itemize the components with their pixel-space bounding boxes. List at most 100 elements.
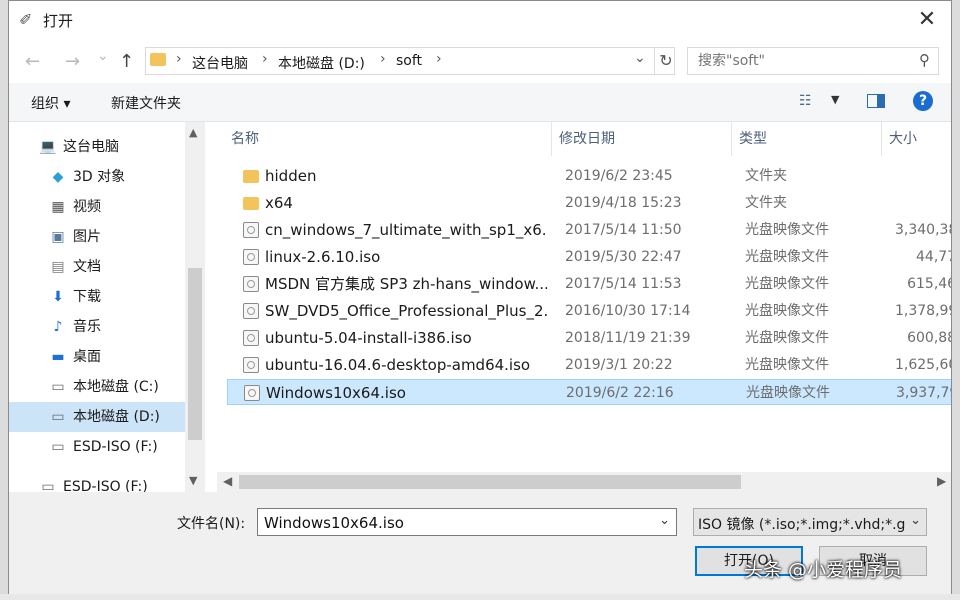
- organize-menu[interactable]: 组织 ▾: [31, 93, 70, 113]
- command-toolbar: 组织 ▾ 新建文件夹 ☷ ▼ ?: [9, 83, 951, 122]
- breadcrumb-drive-d[interactable]: 本地磁盘 (D:): [278, 53, 365, 73]
- sidebar-item-label: 这台电脑: [63, 139, 119, 155]
- sidebar-item-documents[interactable]: ▤ 文档: [49, 252, 101, 282]
- address-bar[interactable]: › 这台电脑 › 本地磁盘 (D:) › soft › ⌄ ↻: [145, 47, 675, 75]
- breadcrumb-soft[interactable]: soft: [396, 53, 422, 69]
- file-row[interactable]: ubuntu-5.04-install-i386.iso 2018/11/19 …: [227, 325, 951, 351]
- file-row-selected[interactable]: Windows10x64.iso 2019/6/2 22:16 光盘映像文件 3…: [227, 379, 951, 405]
- scroll-left-icon[interactable]: ◀: [223, 474, 232, 488]
- sidebar-item-drive-d[interactable]: ▭ 本地磁盘 (D:): [9, 402, 185, 432]
- refresh-icon[interactable]: ↻: [654, 47, 677, 75]
- disc-image-icon: [243, 303, 259, 319]
- file-row[interactable]: ubuntu-16.04.6-desktop-amd64.iso 2019/3/…: [227, 352, 951, 378]
- music-icon: ♪: [53, 319, 63, 335]
- sidebar-scroll-thumb[interactable]: [188, 268, 202, 440]
- forward-button[interactable]: →: [65, 51, 80, 72]
- sidebar-item-drive-f[interactable]: ▭ ESD-ISO (F:): [49, 432, 157, 462]
- column-divider[interactable]: [551, 122, 552, 156]
- chevron-down-icon[interactable]: ⌄: [910, 513, 921, 528]
- recent-locations-button[interactable]: ⌄: [97, 48, 109, 64]
- file-row[interactable]: SW_DVD5_Office_Professional_Plus_2... 20…: [227, 298, 951, 324]
- sidebar-item-pictures[interactable]: ▣ 图片: [49, 222, 101, 252]
- sidebar-item-desktop[interactable]: ▬ 桌面: [49, 342, 101, 372]
- computer-icon: 💻: [39, 139, 57, 155]
- search-icon[interactable]: ⚲: [919, 51, 930, 69]
- new-folder-button[interactable]: 新建文件夹: [111, 93, 181, 113]
- scroll-down-icon[interactable]: ▼: [189, 474, 197, 487]
- search-input[interactable]: [696, 52, 900, 70]
- desktop-icon: ▬: [51, 349, 65, 365]
- horizontal-scrollbar[interactable]: ◀ ▶: [217, 472, 951, 492]
- drive-icon: ▭: [51, 439, 65, 455]
- document-icon: ▤: [51, 259, 65, 275]
- disc-image-icon: [244, 385, 260, 401]
- file-type: 光盘映像文件: [745, 276, 829, 292]
- open-file-dialog: ✐ 打开 ✕ ← → ⌄ ↑ › 这台电脑 › 本地磁盘 (D:) › soft…: [8, 0, 952, 595]
- folder-icon: [243, 170, 259, 183]
- sidebar-item-drive-f-root[interactable]: ▭ ESD-ISO (F:): [39, 472, 147, 492]
- breadcrumb-separator[interactable]: ›: [262, 51, 268, 67]
- breadcrumb-this-pc[interactable]: 这台电脑: [192, 53, 248, 73]
- sidebar-scrollbar[interactable]: ▲ ▼: [185, 122, 205, 492]
- horizontal-scroll-thumb[interactable]: [239, 475, 741, 489]
- sidebar-item-3d-objects[interactable]: ◆ 3D 对象: [49, 162, 126, 192]
- file-row[interactable]: hidden 2019/6/2 23:45 文件夹: [227, 163, 951, 189]
- search-box[interactable]: ⚲: [687, 47, 939, 75]
- column-divider[interactable]: [881, 122, 882, 156]
- column-header-date[interactable]: 修改日期: [559, 122, 615, 156]
- file-row[interactable]: cn_windows_7_ultimate_with_sp1_x6... 201…: [227, 217, 951, 243]
- file-row[interactable]: MSDN 官方集成 SP3 zh-hans_window... 2017/5/1…: [227, 271, 951, 297]
- column-header-size[interactable]: 大小: [889, 122, 917, 156]
- chevron-down-icon[interactable]: ▼: [831, 93, 839, 106]
- breadcrumb-separator[interactable]: ›: [176, 51, 182, 67]
- back-button[interactable]: ←: [25, 51, 40, 72]
- disc-image-icon: [243, 276, 259, 292]
- file-type: 文件夹: [745, 168, 787, 184]
- help-icon[interactable]: ?: [913, 91, 933, 111]
- file-size: 615,466: [907, 276, 951, 292]
- sidebar-item-label: 桌面: [73, 349, 101, 365]
- file-type-select[interactable]: ISO 镜像 (*.iso;*.img;*.vhd;*.g ⌄: [693, 508, 927, 536]
- breadcrumb-separator[interactable]: ›: [380, 51, 386, 67]
- close-button[interactable]: ✕: [907, 5, 947, 35]
- sidebar-item-this-pc[interactable]: 💻 这台电脑: [39, 132, 119, 162]
- preview-pane-icon[interactable]: [867, 94, 885, 108]
- column-header-name[interactable]: 名称: [231, 122, 259, 156]
- sidebar-item-videos[interactable]: ▦ 视频: [49, 192, 101, 222]
- up-button[interactable]: ↑: [119, 51, 134, 72]
- chevron-down-icon[interactable]: ⌄: [634, 50, 646, 66]
- background-window-strip: [0, 594, 960, 600]
- column-header-type[interactable]: 类型: [739, 122, 767, 156]
- filename-input[interactable]: [262, 513, 646, 533]
- file-date: 2019/6/2 23:45: [565, 168, 673, 184]
- file-row[interactable]: x64 2019/4/18 15:23 文件夹: [227, 190, 951, 216]
- title-bar: ✐ 打开 ✕: [9, 1, 951, 39]
- sidebar-item-label: 下载: [73, 289, 101, 305]
- scroll-right-icon[interactable]: ▶: [937, 474, 946, 488]
- breadcrumb-separator[interactable]: ›: [436, 51, 442, 67]
- sidebar-item-downloads[interactable]: ⬇ 下载: [49, 282, 101, 312]
- sidebar-item-drive-c[interactable]: ▭ 本地磁盘 (C:): [49, 372, 159, 402]
- scroll-up-icon[interactable]: ▲: [189, 126, 197, 139]
- filename-combobox[interactable]: ⌄: [257, 508, 677, 536]
- sidebar-item-music[interactable]: ♪ 音乐: [49, 312, 101, 342]
- file-date: 2019/5/30 22:47: [565, 249, 682, 265]
- sidebar-item-label: 视频: [73, 199, 101, 215]
- navigation-pane: 💻 这台电脑 ◆ 3D 对象 ▦ 视频 ▣ 图片 ▤ 文档 ⬇ 下载 ♪ 音乐 ▬ 桌面 ▭ 本地…: [9, 122, 205, 492]
- file-row[interactable]: linux-2.6.10.iso 2019/5/30 22:47 光盘映像文件 …: [227, 244, 951, 270]
- file-size: 1,625,600: [895, 357, 951, 373]
- watermark: 头条 @小爱程序员: [744, 559, 903, 581]
- chevron-down-icon[interactable]: ⌄: [659, 513, 670, 528]
- sidebar-item-label: 音乐: [73, 319, 101, 335]
- file-size: 3,937,792: [896, 385, 951, 401]
- column-divider[interactable]: [731, 122, 732, 156]
- file-type: 文件夹: [745, 195, 787, 211]
- sidebar-item-label: 文档: [73, 259, 101, 275]
- view-details-icon[interactable]: ☷: [799, 93, 812, 109]
- file-type: 光盘映像文件: [745, 222, 829, 238]
- file-list: ⌃ 名称 修改日期 类型 大小 hidden 2019/6/2 23:45 文件…: [205, 122, 951, 492]
- file-type: 光盘映像文件: [745, 303, 829, 319]
- disc-image-icon: [243, 357, 259, 373]
- file-type: 光盘映像文件: [745, 357, 829, 373]
- file-date: 2019/3/1 20:22: [565, 357, 673, 373]
